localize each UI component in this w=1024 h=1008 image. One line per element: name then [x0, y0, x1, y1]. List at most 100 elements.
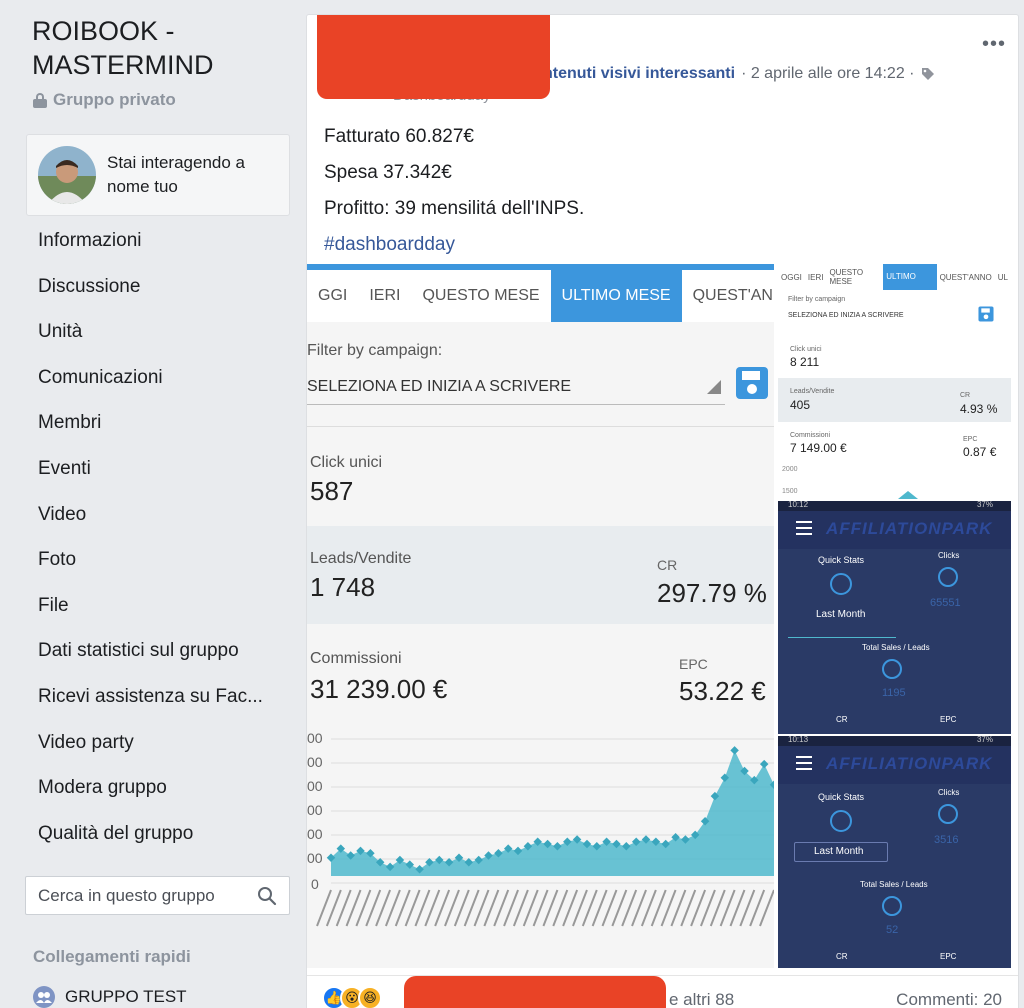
post-card: Dashboardday ntenuti visivi interessanti…	[306, 14, 1019, 1008]
click-icon	[938, 804, 958, 824]
post-footer: 👍 😮 😆 e altri 88 Commenti: 20	[307, 975, 1018, 1008]
tag-icon[interactable]	[921, 67, 935, 81]
mini-chart-peak	[898, 491, 918, 499]
mini-epc-label: EPC	[963, 436, 978, 443]
y-tick: 00	[307, 802, 323, 818]
divider	[307, 426, 774, 427]
post-header: ntenuti visivi interessanti · 2 aprile a…	[543, 65, 935, 83]
menu-icon	[796, 756, 812, 758]
mini-cr-label: CR	[960, 392, 971, 399]
y-tick: 00	[307, 778, 323, 794]
epc-label: EPC	[679, 656, 708, 672]
reactions[interactable]: 👍 😮 😆	[322, 986, 382, 1008]
nav-item-informazioni[interactable]: Informazioni	[38, 218, 263, 264]
click-icon	[938, 567, 958, 587]
stats-icon	[830, 810, 852, 832]
nav-item-unita[interactable]: Unità	[38, 309, 263, 355]
mini-tab-active: ULTIMO MESE	[883, 264, 937, 307]
status-battery: 37%	[976, 501, 993, 509]
dropdown-arrow-icon	[707, 380, 721, 394]
clicks-value: 3516	[934, 834, 959, 846]
group-search-input[interactable]	[38, 885, 243, 906]
brand-logo: AFFILIATIONPARK	[826, 754, 993, 773]
period-select: Last Month	[816, 609, 866, 620]
nav-item-discussione[interactable]: Discussione	[38, 264, 263, 310]
nav-item-membri[interactable]: Membri	[38, 400, 263, 446]
area-chart	[316, 738, 774, 927]
nav-item-video[interactable]: Video	[38, 492, 263, 538]
nav-item-video-party[interactable]: Video party	[38, 720, 263, 766]
tab-questo-mese: QUESTO MESE	[422, 287, 540, 304]
mini-epc-value: 0.87 €	[963, 445, 997, 459]
chart-area	[331, 750, 774, 876]
lock-icon	[33, 92, 47, 108]
mini-tab: QUESTO MESE	[829, 268, 864, 286]
mini-comm-label: Commissioni	[790, 432, 831, 439]
quick-link-label: GRUPPO TEST	[65, 987, 187, 1006]
quick-stats-label: Quick Stats	[818, 555, 865, 565]
sales-icon	[882, 659, 902, 679]
nav-item-assistenza[interactable]: Ricevi assistenza su Fac...	[38, 674, 263, 720]
mini-comm-value: 7 149.00 €	[790, 441, 847, 455]
filter-label: Filter by campaign:	[307, 342, 443, 359]
mini-tab: UL	[997, 272, 1008, 282]
leads-row-bg	[307, 526, 774, 624]
app-header: AFFILIATIONPARK	[778, 746, 1011, 784]
chart-xlabels	[316, 889, 774, 927]
save-icon	[736, 367, 768, 399]
cr-label: CR	[836, 715, 848, 724]
photo-side-1[interactable]: OGGI IERI QUESTO MESE ULTIMO MESE QUEST'…	[778, 264, 1011, 499]
group-icon	[33, 986, 55, 1008]
status-bar: 10:12 37%	[778, 501, 1011, 511]
clicks-label: Clicks	[938, 788, 960, 797]
dashboard-tabs: GGI IERI QUESTO MESE ULTIMO MESE QUEST'A…	[307, 270, 774, 322]
tab-quest-anno: QUEST'ANNO	[692, 287, 774, 304]
click-label: Click unici	[310, 454, 383, 471]
nav-item-modera[interactable]: Modera gruppo	[38, 765, 263, 811]
group-search	[25, 876, 290, 915]
identity-text: Stai interagendo a nome tuo	[107, 153, 245, 196]
quick-link-gruppo-test[interactable]: GRUPPO TEST	[33, 986, 187, 1008]
nav-item-statistiche[interactable]: Dati statistici sul gruppo	[38, 628, 263, 674]
post-date[interactable]: · 2 aprile alle ore 14:22 ·	[741, 65, 914, 83]
mini-click-label: Click unici	[790, 346, 822, 353]
photo-main[interactable]: GGI IERI QUESTO MESE ULTIMO MESE QUEST'A…	[307, 264, 774, 968]
more-options-icon[interactable]: •••	[982, 33, 1006, 56]
nav-item-qualita[interactable]: Qualità del gruppo	[38, 811, 263, 857]
nav-item-foto[interactable]: Foto	[38, 537, 263, 583]
leads-label: Leads/Vendite	[310, 550, 412, 567]
clicks-label: Clicks	[938, 551, 960, 560]
mini-filter-label: Filter by campaign	[788, 296, 846, 303]
group-title[interactable]: ROIBOOK - MASTERMIND	[32, 14, 292, 82]
status-time: 10:12	[788, 501, 809, 509]
search-icon[interactable]	[257, 886, 277, 906]
nav-item-file[interactable]: File	[38, 583, 263, 629]
nav-item-eventi[interactable]: Eventi	[38, 446, 263, 492]
save-icon	[978, 306, 994, 322]
post-activity[interactable]: ntenuti visivi interessanti	[543, 65, 735, 83]
brand-logo: AFFILIATIONPARK	[826, 519, 993, 538]
photo-side-3[interactable]: 10:13 37% AFFILIATIONPARK Quick Stats Cl…	[778, 736, 1011, 968]
photo-side-2[interactable]: 10:12 37% AFFILIATIONPARK Quick Stats Cl…	[778, 501, 1011, 734]
avatar	[38, 146, 96, 204]
nav-item-comunicazioni[interactable]: Comunicazioni	[38, 355, 263, 401]
epc-label: EPC	[940, 715, 957, 724]
sales-icon	[882, 896, 902, 916]
y-tick: 0	[311, 876, 319, 892]
total-label: Total Sales / Leads	[860, 880, 928, 889]
post-line: Profitto: 39 mensilitá dell'INPS.	[324, 198, 585, 219]
hashtag-link[interactable]: #dashboardday	[324, 227, 584, 263]
cr-label: CR	[836, 952, 848, 961]
identity-switcher[interactable]: Stai interagendo a nome tuo	[26, 134, 290, 216]
reaction-count[interactable]: e altri 88	[669, 990, 734, 1008]
commissioni-label: Commissioni	[310, 650, 402, 667]
epc-value: 53.22 €	[679, 676, 766, 706]
redaction-block	[404, 976, 666, 1008]
comment-count[interactable]: Commenti: 20	[896, 990, 1002, 1008]
mini-tab: QUEST'ANNO	[939, 272, 992, 282]
total-value: 1195	[882, 687, 906, 699]
app-header: AFFILIATIONPARK	[778, 511, 1011, 549]
post-body: Fatturato 60.827€ Spesa 37.342€ Profitto…	[324, 119, 584, 263]
privacy-text: Gruppo privato	[53, 90, 176, 109]
group-nav: Informazioni Discussione Unità Comunicaz…	[38, 218, 263, 856]
